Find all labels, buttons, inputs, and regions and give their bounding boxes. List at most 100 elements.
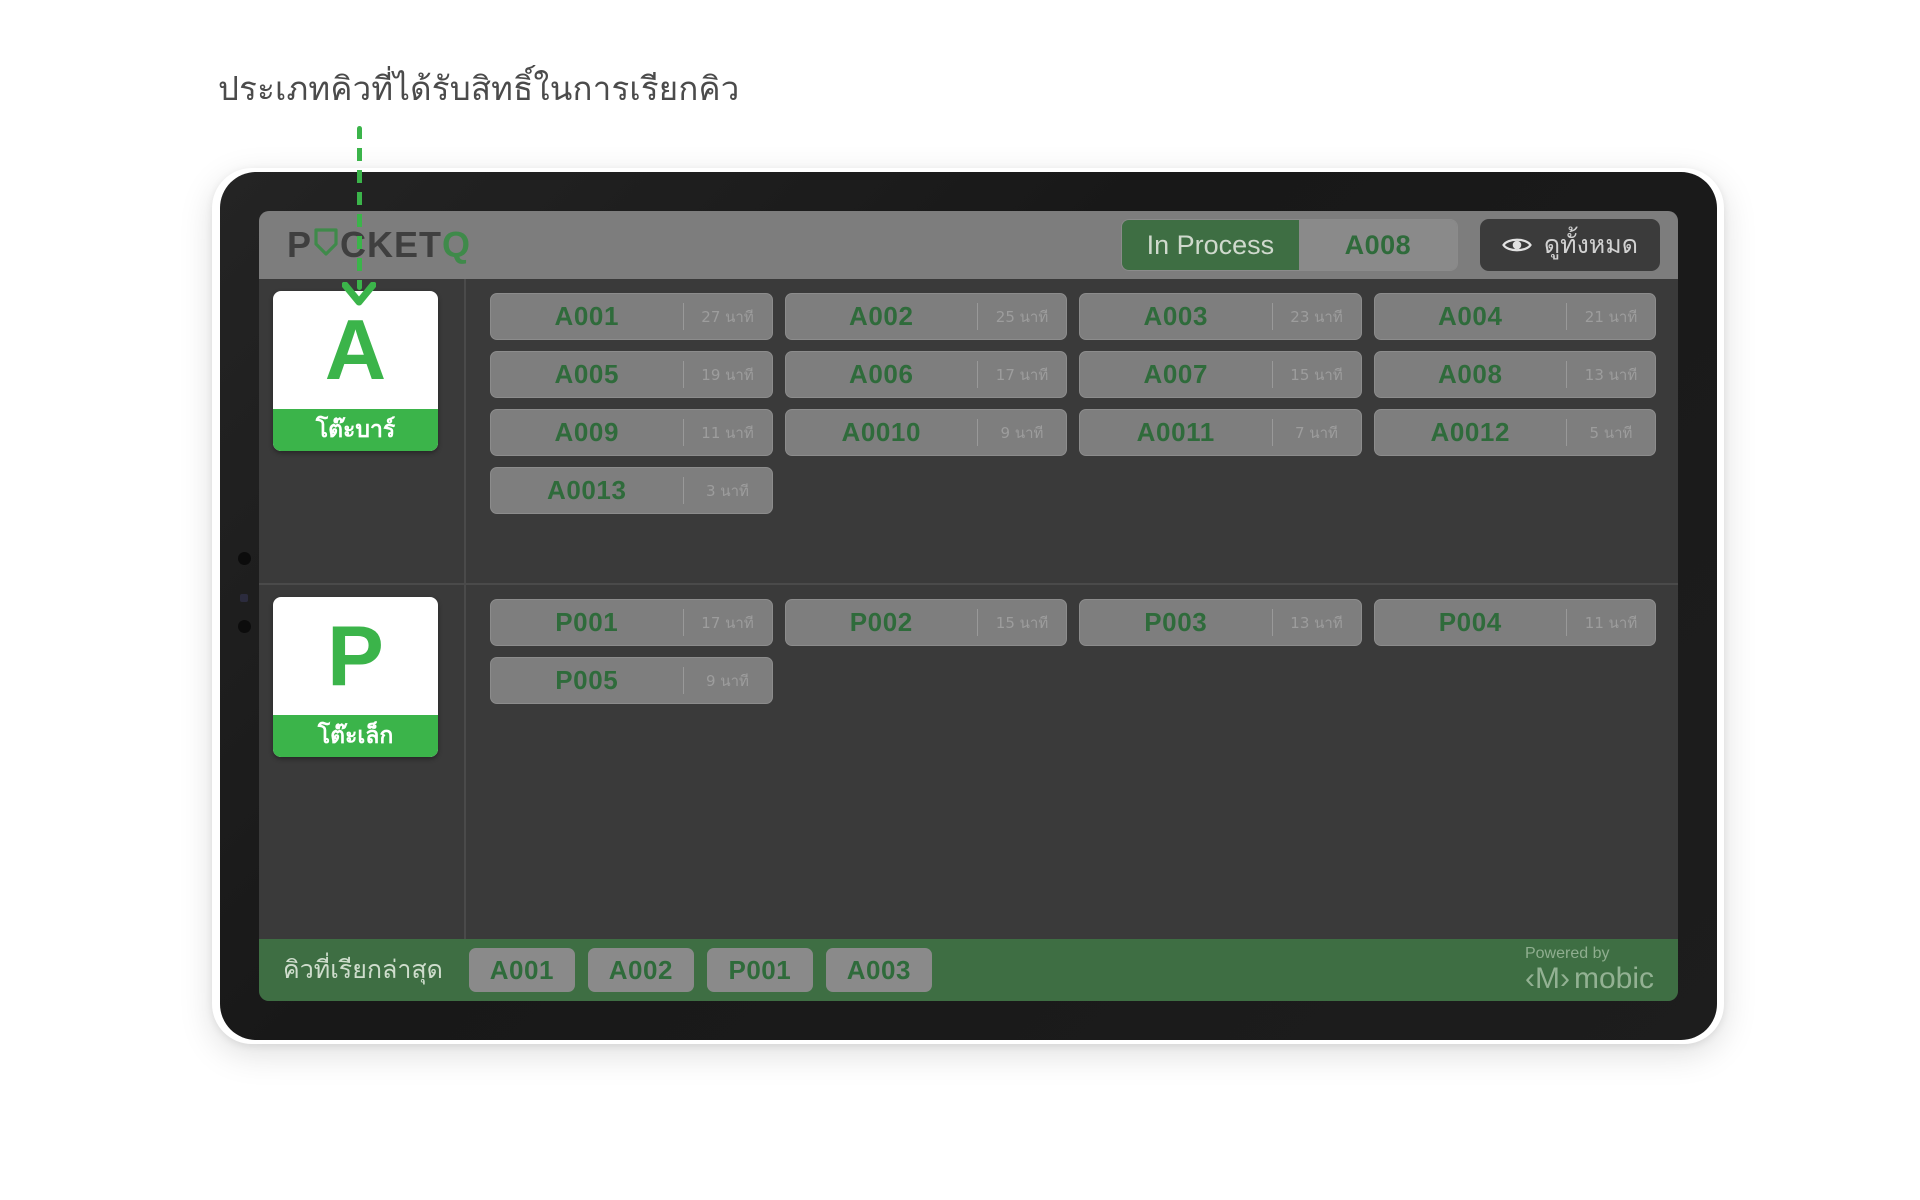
recent-called-chip[interactable]: A001 [468,948,575,992]
queue-wait-time: 5 นาที [1589,423,1633,442]
queue-chip[interactable]: P003 13 นาที [1079,599,1362,646]
status-badge[interactable]: In Process A008 [1120,219,1458,271]
queue-code: P004 [1438,607,1502,637]
queue-chip[interactable]: A009 11 นาที [490,409,773,456]
queue-grid-a: A001 27 นาที A002 25 นาที A003 23 นาที A004 21 … [490,293,1656,514]
queue-wait-time: 15 นาที [1290,365,1343,384]
queue-wait-time: 9 นาที [1000,423,1044,442]
bezel-sensor [240,594,248,602]
category-card-wrap-a: A โต๊ะบาร์ [259,279,466,583]
queue-wait-time: 25 นาที [995,307,1049,326]
logo-text-mid: CKET [340,224,443,265]
queue-chip[interactable]: A0013 3 นาที [490,467,773,514]
category-name-a: โต๊ะบาร์ [273,409,438,451]
category-card-a[interactable]: A โต๊ะบาร์ [273,291,438,451]
view-all-label: ดูทั้งหมด [1543,230,1638,259]
queue-code: A008 [1437,359,1503,389]
queue-wait-time: 17 นาที [701,613,754,632]
mobic-mark-icon: ‹M› [1524,962,1570,996]
queue-code: A0010 [841,417,922,447]
queue-wait-time: 15 นาที [995,613,1049,632]
mobic-logo: ‹M› mobic [1525,963,1654,995]
recent-called-chips: A001 A002 P001 A003 [468,948,932,992]
queue-wait-time: 13 นาที [1290,613,1343,632]
queue-chip[interactable]: A0011 7 นาที [1079,409,1362,456]
queue-wait-time: 13 นาที [1584,365,1638,384]
app-header: P CKET Q In Process A008 ดูทั้งหมด [259,211,1678,279]
queue-chip[interactable]: P002 15 นาที [784,599,1067,646]
powered-by-label: Powered by [1524,945,1610,963]
queue-code: A007 [1143,359,1209,389]
queue-code: A006 [848,359,914,389]
queue-code: A0011 [1136,417,1215,447]
recent-called-chip[interactable]: A002 [587,948,694,992]
queue-code: A004 [1437,301,1503,331]
powered-by-block: Powered by ‹M› mobic [1525,945,1664,994]
queue-chip[interactable]: P001 17 นาที [490,599,773,646]
bezel-dot-upper [238,552,251,565]
queue-chip[interactable]: A008 13 นาที [1373,351,1656,398]
queue-code: A002 [848,301,914,331]
queue-wait-time: 11 นาที [701,423,754,442]
eye-icon [1502,235,1532,255]
category-letter-p: P [327,608,384,704]
queue-code: A005 [554,359,620,389]
queue-code: A001 [554,301,620,331]
screenshot-canvas: ประเภทคิวที่ได้รับสิทธิ์ในการเรียกคิว P … [0,0,1920,1200]
tablet-screen: P CKET Q In Process A008 ดูทั้งหมด A โต๊… [259,211,1678,1001]
logo-text-q: Q [442,224,472,265]
pocketq-logo: P CKET Q [287,224,472,266]
mobic-brand-name: mobic [1573,962,1654,996]
queue-list-a: A001 27 นาที A002 25 นาที A003 23 นาที A004 21 … [466,279,1678,583]
annotation-dashed-line [357,126,362,290]
queue-chip[interactable]: A006 17 นาที [784,351,1067,398]
queue-chip[interactable]: A007 15 นาที [1079,351,1362,398]
queue-grid-p: P001 17 นาที P002 15 นาที P003 13 นาที P004 11 … [490,599,1656,704]
category-section-a: A โต๊ะบาร์ A001 27 นาที A002 25 นาที A003 23 … [259,279,1678,585]
queue-code: P001 [555,607,619,637]
queue-chip[interactable]: P004 11 นาที [1373,599,1656,646]
bezel-dot-lower [238,620,251,633]
recent-called-chip[interactable]: P001 [706,948,813,992]
category-name-p: โต๊ะเล็ก [273,715,438,757]
queue-wait-time: 11 นาที [1584,613,1638,632]
view-all-button[interactable]: ดูทั้งหมด [1479,219,1660,271]
down-arrow-icon [341,281,377,308]
queue-code: A0013 [546,475,627,505]
queue-wait-time: 23 นาที [1290,307,1343,326]
status-badge-value: A008 [1298,220,1457,270]
queue-code: A009 [554,417,620,447]
queue-chip[interactable]: A004 21 นาที [1373,293,1656,340]
queue-chip[interactable]: A0012 5 นาที [1373,409,1656,456]
queue-chip[interactable]: A003 23 นาที [1079,293,1362,340]
queue-wait-time: 17 นาที [995,365,1049,384]
header-actions: In Process A008 ดูทั้งหมด [1120,219,1660,271]
queue-chip[interactable]: P005 9 นาที [490,657,773,704]
queue-wait-time: 21 นาที [1584,307,1638,326]
queue-code: P003 [1144,607,1208,637]
status-badge-label: In Process [1121,220,1299,270]
queue-code: P005 [555,665,619,695]
queue-code: A0012 [1430,417,1511,447]
queue-chip[interactable]: A005 19 นาที [490,351,773,398]
queue-chip[interactable]: A001 27 นาที [490,293,773,340]
recent-called-chip[interactable]: A003 [825,948,932,992]
queue-board: A โต๊ะบาร์ A001 27 นาที A002 25 นาที A003 23 … [259,279,1678,939]
queue-chip[interactable]: A0010 9 นาที [784,409,1067,456]
queue-wait-time: 9 นาที [706,671,749,690]
annotation-title: ประเภทคิวที่ได้รับสิทธิ์ในการเรียกคิว [218,69,740,108]
shield-o-icon [313,224,339,266]
queue-wait-time: 27 นาที [701,307,754,326]
recent-called-label: คิวที่เรียกล่าสุด [283,955,443,984]
queue-list-p: P001 17 นาที P002 15 นาที P003 13 นาที P004 11 … [466,585,1678,939]
queue-wait-time: 7 นาที [1295,423,1338,442]
category-letter-a: A [324,302,387,398]
category-card-wrap-p: P โต๊ะเล็ก [259,585,466,939]
queue-chip[interactable]: A002 25 นาที [784,293,1067,340]
queue-code: A003 [1143,301,1209,331]
category-section-p: P โต๊ะเล็ก P001 17 นาที P002 15 นาที P003 13 … [259,585,1678,939]
category-card-p[interactable]: P โต๊ะเล็ก [273,597,438,757]
recent-called-bar: คิวที่เรียกล่าสุด A001 A002 P001 A003 Power… [259,939,1678,1001]
queue-code: P002 [849,607,913,637]
queue-wait-time: 3 นาที [706,481,749,500]
